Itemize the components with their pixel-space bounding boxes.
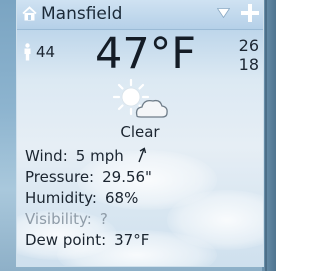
condition-text: Clear: [120, 123, 160, 141]
pressure-row: Pressure: 29.56": [25, 167, 152, 188]
humidity-row: Humidity: 68%: [25, 188, 152, 209]
low-temperature: 18: [238, 55, 259, 74]
desktop-background: Mansfield 44 47°F 26 18 Clear Wind: 5 mp…: [0, 0, 276, 271]
desktop-edge: [262, 0, 276, 271]
dropdown-arrow-icon[interactable]: [217, 8, 230, 18]
wind-label: Wind:: [25, 147, 68, 165]
location-name[interactable]: Mansfield: [41, 3, 122, 25]
pressure-value: 29.56": [102, 168, 152, 186]
feels-like-temperature: 44: [36, 43, 56, 61]
home-icon[interactable]: [22, 6, 37, 21]
visibility-label: Visibility:: [25, 210, 92, 228]
edge-line: [265, 0, 267, 271]
wind-direction-arrow-icon: [138, 147, 146, 163]
humidity-label: Humidity:: [25, 189, 97, 207]
wind-value: 5 mph: [75, 147, 124, 165]
add-location-button[interactable]: [239, 2, 261, 24]
wind-row: Wind: 5 mph: [25, 146, 152, 167]
current-temperature: 47°F: [95, 29, 196, 79]
dew-point-label: Dew point:: [25, 231, 107, 249]
humidity-value: 68%: [104, 189, 139, 207]
visibility-row: Visibility:?: [25, 209, 152, 230]
sun-behind-cloud-icon: [113, 78, 168, 118]
person-icon: [24, 43, 31, 61]
dew-point-row: Dew point: 37°F: [25, 230, 152, 251]
high-temperature: 26: [238, 36, 259, 55]
dew-point-value: 37°F: [114, 231, 150, 249]
pressure-label: Pressure:: [25, 168, 95, 186]
weather-details: Wind: 5 mph Pressure: 29.56" Humidity: 68% …: [25, 146, 152, 251]
weather-gadget[interactable]: Mansfield 44 47°F 26 18 Clear Wind: 5 mp…: [16, 0, 264, 267]
visibility-value: ?: [99, 210, 108, 228]
